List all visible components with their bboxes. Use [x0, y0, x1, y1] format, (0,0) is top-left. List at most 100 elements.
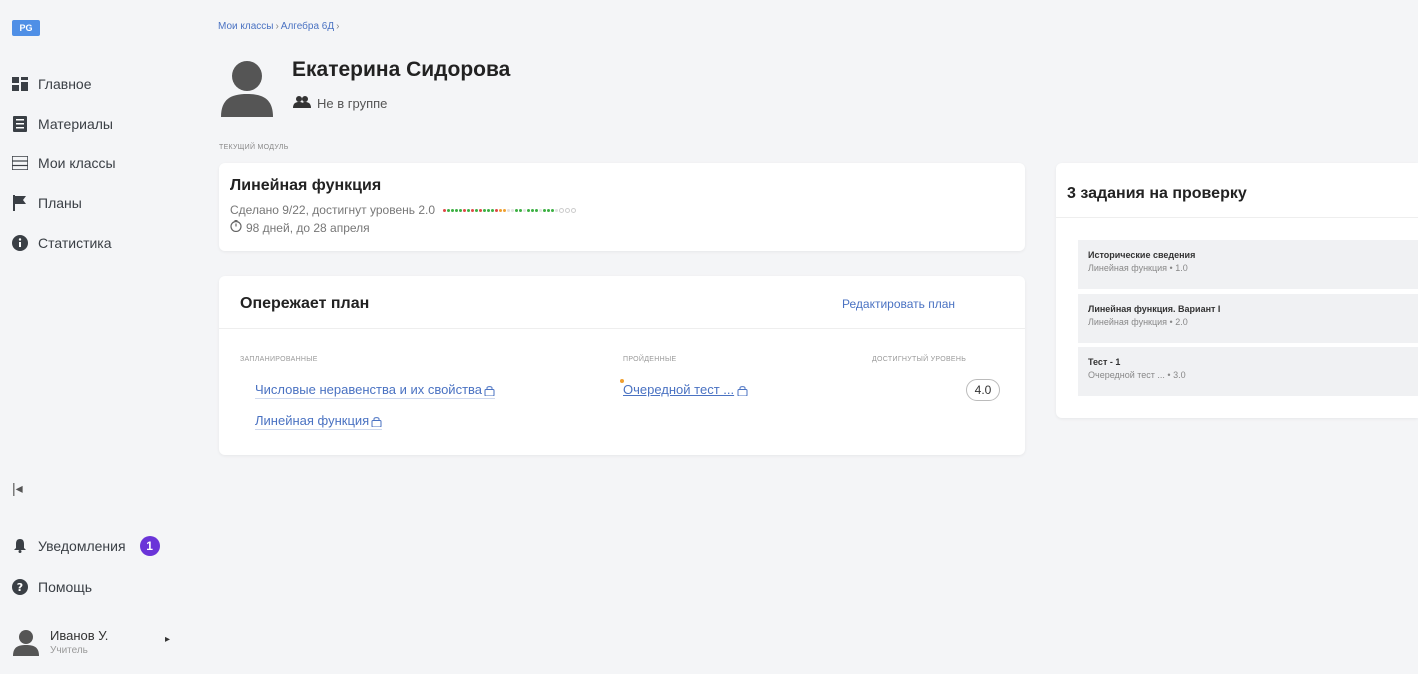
plan-card: Опережает план Редактировать план ЗАПЛАН…	[219, 276, 1025, 455]
passed-item[interactable]: Очередной тест ...	[623, 382, 748, 397]
group-icon	[293, 96, 311, 111]
review-item-title: Тест - 1	[1088, 357, 1121, 367]
sidebar-item-plans[interactable]: Планы	[12, 193, 82, 213]
review-card: 3 задания на проверку Исторические сведе…	[1056, 163, 1418, 418]
dashboard-icon	[12, 76, 28, 92]
help-icon: ?	[12, 579, 28, 595]
breadcrumb-my-classes[interactable]: Мои классы	[218, 21, 273, 32]
materials-icon	[12, 116, 28, 132]
progress-dot	[443, 208, 447, 212]
progress-dot	[523, 208, 527, 212]
review-item-title: Исторические сведения	[1088, 250, 1196, 260]
breadcrumb-separator: ›	[336, 21, 340, 32]
current-module-card[interactable]: Линейная функция Сделано 9/22, достигнут…	[219, 163, 1025, 251]
classes-icon	[12, 155, 28, 171]
sidebar-item-stats[interactable]: Статистика	[12, 233, 112, 253]
student-avatar	[219, 57, 275, 117]
progress-dot	[495, 208, 499, 212]
progress-dot	[539, 208, 543, 212]
progress-dot	[487, 208, 491, 212]
progress-dot	[447, 208, 451, 212]
col-planned-header: ЗАПЛАНИРОВАННЫЕ	[240, 356, 318, 363]
progress-dot	[455, 208, 459, 212]
edit-plan-link[interactable]: Редактировать план	[842, 297, 955, 311]
group-status: Не в группе	[293, 96, 387, 111]
progress-dot	[527, 208, 531, 212]
review-title: 3 задания на проверку	[1067, 185, 1247, 202]
progress-dot	[451, 208, 455, 212]
progress-dot	[571, 207, 577, 213]
bell-icon	[12, 538, 28, 554]
progress-dot	[483, 208, 487, 212]
progress-dot	[555, 208, 559, 212]
help-button[interactable]: ? Помощь	[12, 577, 92, 597]
breadcrumb-class[interactable]: Алгебра 6Д	[281, 21, 334, 32]
lock-icon	[737, 384, 748, 397]
user-menu[interactable]: Иванов У. Учитель	[12, 628, 108, 656]
planned-item[interactable]: Числовые неравенства и их свойства	[255, 382, 496, 399]
sidebar-item-materials[interactable]: Материалы	[12, 114, 113, 134]
group-status-label: Не в группе	[317, 96, 388, 111]
app-logo[interactable]: PG	[12, 20, 40, 36]
col-level-header: ДОСТИГНУТЫЙ УРОВЕНЬ	[872, 356, 967, 363]
progress-dot	[503, 208, 507, 212]
progress-dots	[443, 207, 577, 213]
info-icon	[12, 235, 28, 251]
review-item-subtitle: Линейная функция • 1.0	[1088, 263, 1188, 273]
progress-dot	[511, 208, 515, 212]
help-label: Помощь	[38, 579, 93, 595]
planned-item[interactable]: Линейная функция	[255, 413, 383, 430]
sidebar: PG Главное Материалы Мои классы Планы Ст…	[0, 0, 187, 674]
review-item-title: Линейная функция. Вариант I	[1088, 304, 1221, 314]
divider	[219, 328, 1025, 329]
progress-dot	[475, 208, 479, 212]
breadcrumb-separator: ›	[275, 21, 279, 32]
progress-dot	[551, 208, 555, 212]
module-deadline: 98 дней, до 28 апреля	[230, 220, 370, 235]
progress-dot	[515, 208, 519, 212]
review-item[interactable]: Тест - 1 Очередной тест ... • 3.0	[1078, 347, 1418, 396]
plan-status-title: Опережает план	[240, 295, 370, 312]
progress-dot	[559, 207, 565, 213]
notification-count-badge: 1	[139, 536, 160, 556]
progress-dot	[543, 208, 547, 212]
progress-dot	[479, 208, 483, 212]
user-role: Учитель	[50, 645, 88, 656]
lock-icon	[371, 415, 382, 428]
progress-dot	[499, 208, 503, 212]
sidebar-item-label: Планы	[38, 195, 82, 211]
user-name: Иванов У.	[50, 628, 109, 643]
sidebar-item-label: Статистика	[38, 235, 112, 251]
student-name: Екатерина Сидорова	[292, 58, 511, 81]
flag-icon	[12, 195, 28, 211]
divider	[1056, 217, 1418, 218]
achieved-level-badge: 4.0	[966, 379, 1000, 401]
module-title: Линейная функция	[230, 177, 382, 194]
sidebar-item-home[interactable]: Главное	[12, 74, 92, 94]
review-item[interactable]: Линейная функция. Вариант I Линейная фун…	[1078, 294, 1418, 343]
review-item[interactable]: Исторические сведения Линейная функция •…	[1078, 240, 1418, 289]
notifications-button[interactable]: Уведомления 1	[12, 536, 160, 556]
progress-dot	[507, 208, 511, 212]
progress-dot	[491, 208, 495, 212]
progress-dot	[467, 208, 471, 212]
module-progress-text: Сделано 9/22, достигнут уровень 2.0	[230, 203, 436, 217]
sidebar-item-classes[interactable]: Мои классы	[12, 153, 116, 173]
col-passed-header: ПРОЙДЕННЫЕ	[623, 356, 677, 363]
collapse-sidebar-button[interactable]: |◂	[12, 480, 23, 497]
avatar	[12, 628, 40, 656]
review-item-subtitle: Очередной тест ... • 3.0	[1088, 370, 1186, 380]
timer-icon	[230, 220, 242, 235]
sidebar-item-label: Материалы	[38, 116, 113, 132]
progress-dot	[535, 208, 539, 212]
sidebar-item-label: Главное	[38, 76, 92, 92]
review-item-subtitle: Линейная функция • 2.0	[1088, 317, 1188, 327]
module-progress: Сделано 9/22, достигнут уровень 2.0	[230, 203, 577, 217]
sidebar-item-label: Мои классы	[38, 155, 116, 171]
progress-dot	[565, 207, 571, 213]
passed-item-label: Очередной тест ...	[623, 382, 735, 397]
lock-icon	[484, 384, 495, 397]
progress-dot	[459, 208, 463, 212]
module-deadline-text: 98 дней, до 28 апреля	[246, 220, 370, 235]
notifications-label: Уведомления	[38, 538, 126, 554]
